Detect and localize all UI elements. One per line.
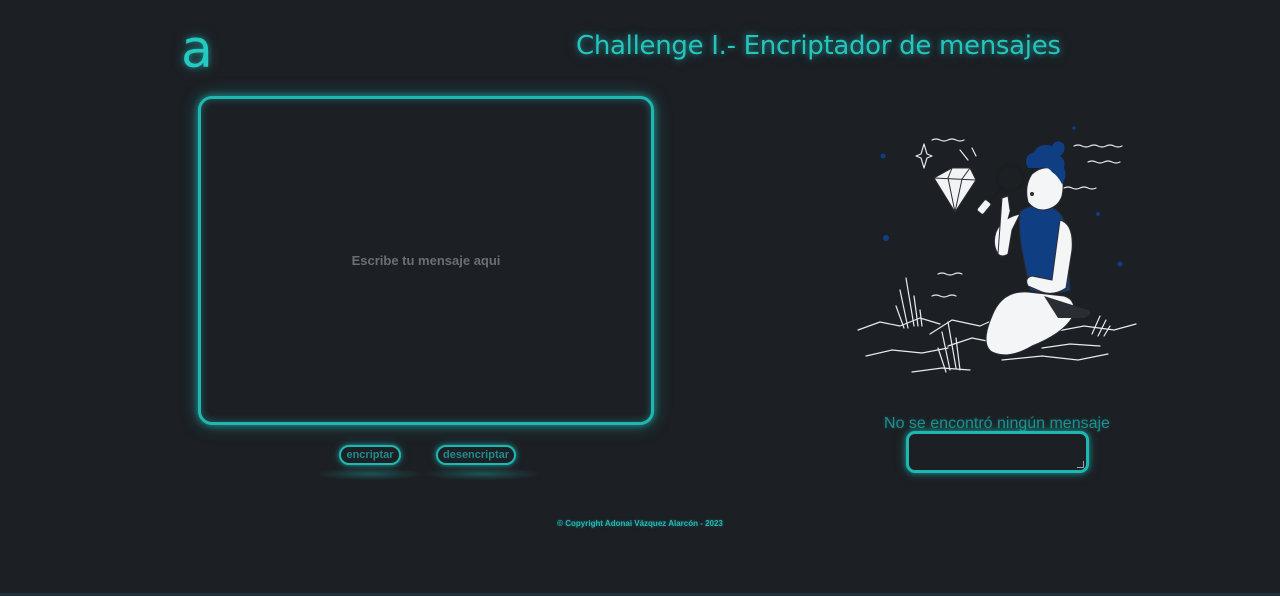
logo: a xyxy=(181,20,213,80)
decrypt-button-glow xyxy=(424,468,540,480)
app-page: a Challenge I.- Encriptador de mensajes … xyxy=(0,0,1280,596)
message-input[interactable] xyxy=(201,99,651,422)
output-textarea[interactable] xyxy=(906,431,1089,473)
person-inspecting-diamond-illustration xyxy=(857,126,1137,373)
resize-grip-icon[interactable] xyxy=(1077,461,1084,468)
encrypt-button[interactable]: encriptar xyxy=(339,445,401,465)
page-title: Challenge I.- Encriptador de mensajes xyxy=(576,31,1061,61)
message-input-container xyxy=(198,96,654,425)
decrypt-button[interactable]: desencriptar xyxy=(436,445,516,465)
encrypt-button-glow xyxy=(318,468,422,480)
footer-copyright: © Copyright Adonai Vázquez Alarcón - 202… xyxy=(557,519,723,528)
